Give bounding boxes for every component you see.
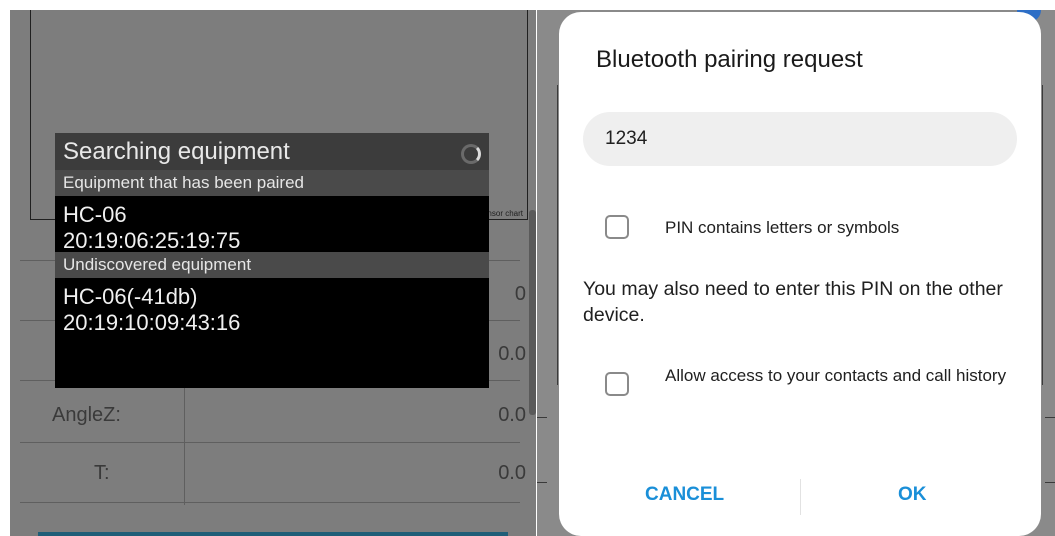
table-row	[20, 502, 520, 504]
device-address: 20:19:06:25:19:75	[63, 228, 241, 253]
bottom-button-bar[interactable]	[38, 532, 508, 536]
undiscovered-section-header: Undiscovered equipment	[55, 252, 489, 278]
dialog-title: Bluetooth pairing request	[596, 46, 863, 73]
scrollbar[interactable]	[529, 210, 536, 415]
bluetooth-pairing-dialog: Bluetooth pairing request 1234 PIN conta…	[559, 12, 1041, 536]
section-label: Equipment that has been paired	[63, 173, 305, 192]
loading-spinner-icon	[461, 144, 481, 164]
undiscovered-device-item[interactable]: HC-06(-41db) 20:19:10:09:43:16	[55, 278, 489, 362]
table-value: 0	[514, 283, 526, 305]
background-line	[557, 85, 558, 385]
paired-device-item[interactable]: HC-06 20:19:06:25:19:75	[55, 196, 489, 253]
table-value: 0.0	[498, 404, 526, 426]
paired-section-header: Equipment that has been paired	[55, 170, 489, 196]
device-address: 20:19:10:09:43:16	[63, 310, 241, 335]
dialog-title: Searching equipment	[63, 138, 290, 165]
pairing-message: You may also need to enter this PIN on t…	[583, 278, 1003, 326]
pin-value: 1234	[605, 128, 648, 149]
background-line	[537, 482, 547, 483]
table-label: AngleZ:	[52, 404, 121, 426]
pairing-screen: Bluetooth pairing request 1234 PIN conta…	[537, 10, 1055, 536]
ok-button[interactable]: OK	[898, 484, 927, 506]
pin-input[interactable]: 1234	[583, 112, 1017, 166]
allow-access-checkbox[interactable]	[605, 372, 629, 396]
allow-access-label: Allow access to your contacts and call h…	[665, 366, 1007, 385]
background-line	[537, 417, 547, 418]
background-line	[1045, 417, 1055, 418]
pin-letters-label: PIN contains letters or symbols	[665, 218, 900, 237]
background-line	[1045, 482, 1055, 483]
sensor-app-screen: Sensor chart 0 0.0 AngleZ: 0.0 T: 0.0 Se…	[10, 10, 536, 536]
dialog-title-bar: Searching equipment	[55, 133, 489, 170]
button-divider	[800, 479, 801, 515]
device-name: HC-06(-41db)	[63, 284, 198, 309]
device-search-dialog: Searching equipment Equipment that has b…	[55, 133, 489, 388]
cancel-button[interactable]: CANCEL	[645, 484, 724, 506]
device-name: HC-06	[63, 202, 127, 227]
section-label: Undiscovered equipment	[63, 255, 252, 274]
pin-letters-checkbox[interactable]	[605, 215, 629, 239]
background-line	[1042, 85, 1043, 385]
table-value: 0.0	[498, 462, 526, 484]
table-label: T:	[94, 462, 110, 484]
table-value: 0.0	[498, 343, 526, 365]
